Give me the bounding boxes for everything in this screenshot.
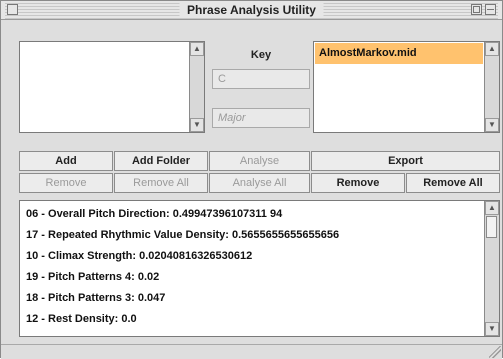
result-line: 18 - Pitch Patterns 3: 0.047 bbox=[26, 292, 166, 304]
add-button[interactable]: Add bbox=[19, 151, 113, 171]
scroll-up-arrow-icon[interactable]: ▲ bbox=[485, 42, 499, 56]
scroll-up-arrow-icon[interactable]: ▲ bbox=[485, 201, 499, 215]
zoom-box-icon[interactable] bbox=[471, 4, 482, 15]
add-folder-button[interactable]: Add Folder bbox=[114, 151, 208, 171]
scroll-down-arrow-icon[interactable]: ▼ bbox=[190, 118, 204, 132]
left-list-scrollbar[interactable]: ▲ ▼ bbox=[189, 42, 204, 132]
analyse-button[interactable]: Analyse bbox=[209, 151, 310, 171]
remove-all-button-right[interactable]: Remove All bbox=[406, 173, 500, 193]
result-line: 12 - Rest Density: 0.0 bbox=[26, 313, 137, 325]
resize-grip-icon[interactable] bbox=[489, 346, 501, 358]
results-scroll-thumb[interactable] bbox=[486, 216, 497, 238]
key-mode-field[interactable]: Major bbox=[212, 108, 310, 128]
result-line: 06 - Overall Pitch Direction: 0.49947396… bbox=[26, 208, 283, 220]
window-title: Phrase Analysis Utility bbox=[179, 2, 324, 18]
file-list-box[interactable]: AlmostMarkov.mid ▲ ▼ bbox=[313, 41, 500, 133]
left-list-box[interactable]: ▲ ▼ bbox=[19, 41, 205, 133]
analyse-all-button[interactable]: Analyse All bbox=[209, 173, 310, 193]
collapse-box-icon[interactable] bbox=[485, 4, 496, 15]
key-label: Key bbox=[250, 49, 272, 61]
scroll-down-arrow-icon[interactable]: ▼ bbox=[485, 322, 499, 336]
remove-button-left[interactable]: Remove bbox=[19, 173, 113, 193]
close-box-icon[interactable] bbox=[7, 4, 18, 15]
title-bar[interactable]: Phrase Analysis Utility bbox=[1, 1, 502, 20]
status-bar bbox=[1, 344, 502, 359]
remove-button-right[interactable]: Remove bbox=[311, 173, 405, 193]
remove-all-button-left[interactable]: Remove All bbox=[114, 173, 208, 193]
results-list-box[interactable]: 06 - Overall Pitch Direction: 0.49947396… bbox=[19, 200, 500, 337]
result-line: 10 - Climax Strength: 0.0204081632653061… bbox=[26, 250, 253, 262]
file-list-scrollbar[interactable]: ▲ ▼ bbox=[484, 42, 499, 132]
key-note-field[interactable]: C bbox=[212, 69, 310, 89]
export-button[interactable]: Export bbox=[311, 151, 500, 171]
scroll-up-arrow-icon[interactable]: ▲ bbox=[190, 42, 204, 56]
result-line: 17 - Repeated Rhythmic Value Density: 0.… bbox=[26, 229, 340, 241]
app-window: Phrase Analysis Utility ▲ ▼ Key C Major … bbox=[0, 0, 503, 359]
results-scrollbar[interactable]: ▲ ▼ bbox=[484, 201, 499, 336]
scroll-down-arrow-icon[interactable]: ▼ bbox=[485, 118, 499, 132]
result-line: 19 - Pitch Patterns 4: 0.02 bbox=[26, 271, 160, 283]
file-list-item-selected[interactable]: AlmostMarkov.mid bbox=[315, 43, 483, 64]
